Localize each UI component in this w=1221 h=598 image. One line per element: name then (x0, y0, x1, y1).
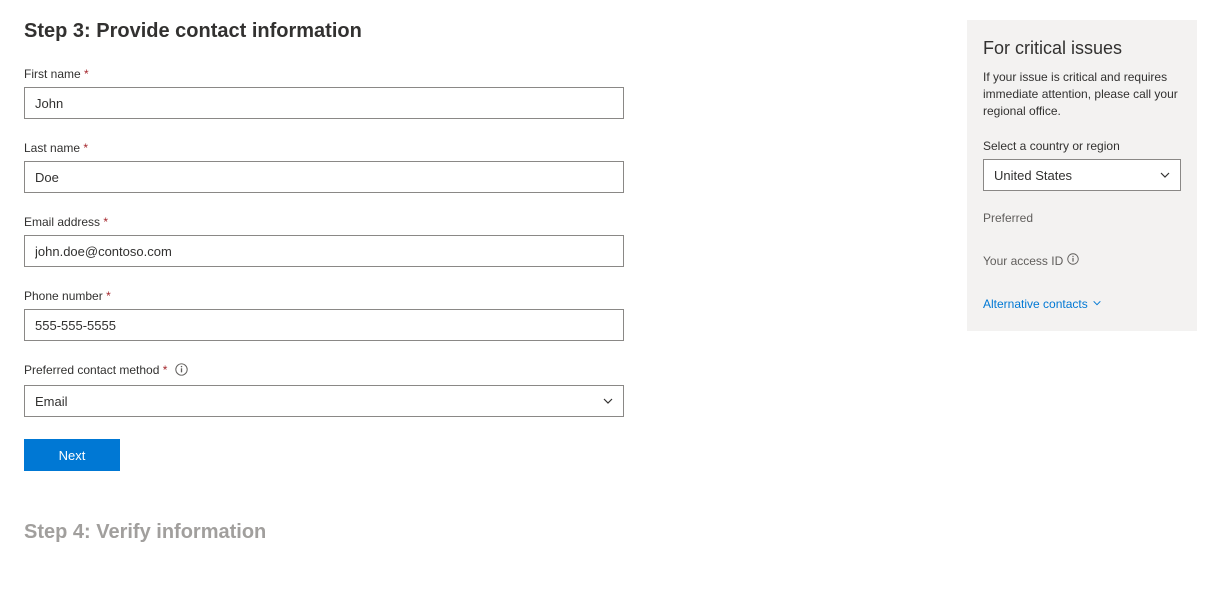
phone-label-text: Phone number (24, 289, 103, 303)
alternative-contacts-text: Alternative contacts (983, 297, 1088, 311)
phone-label: Phone number * (24, 289, 624, 303)
email-field-group: Email address * (24, 215, 624, 267)
step-4-title: Step 4: Verify information (24, 521, 624, 544)
access-id-label: Your access ID (983, 253, 1181, 268)
critical-issues-sidebar: For critical issues If your issue is cri… (967, 20, 1197, 544)
required-indicator: * (163, 363, 168, 377)
last-name-label: Last name * (24, 141, 624, 155)
contact-method-label: Preferred contact method * (24, 363, 624, 379)
required-indicator: * (84, 67, 89, 81)
contact-method-select[interactable]: Email (24, 385, 624, 417)
critical-issues-card: For critical issues If your issue is cri… (967, 20, 1197, 331)
contact-method-label-text: Preferred contact method (24, 363, 159, 377)
email-label: Email address * (24, 215, 624, 229)
step-3-title: Step 3: Provide contact information (24, 20, 624, 43)
first-name-label-text: First name (24, 67, 81, 81)
first-name-label: First name * (24, 67, 624, 81)
email-label-text: Email address (24, 215, 100, 229)
sidebar-title: For critical issues (983, 38, 1181, 59)
last-name-input[interactable] (24, 161, 624, 193)
first-name-input[interactable] (24, 87, 624, 119)
country-select[interactable]: United States (983, 159, 1181, 191)
phone-field-group: Phone number * (24, 289, 624, 341)
required-indicator: * (106, 289, 111, 303)
sidebar-description: If your issue is critical and requires i… (983, 69, 1181, 119)
first-name-field-group: First name * (24, 67, 624, 119)
last-name-field-group: Last name * (24, 141, 624, 193)
next-button[interactable]: Next (24, 439, 120, 471)
last-name-label-text: Last name (24, 141, 80, 155)
required-indicator: * (83, 141, 88, 155)
alternative-contacts-link[interactable]: Alternative contacts (983, 297, 1102, 311)
access-id-label-text: Your access ID (983, 254, 1063, 268)
email-input[interactable] (24, 235, 624, 267)
preferred-label: Preferred (983, 211, 1181, 225)
contact-method-field-group: Preferred contact method * Email (24, 363, 624, 417)
phone-input[interactable] (24, 309, 624, 341)
info-icon[interactable] (175, 363, 188, 379)
required-indicator: * (103, 215, 108, 229)
info-icon[interactable] (1067, 253, 1079, 268)
country-label: Select a country or region (983, 139, 1181, 153)
contact-form-section: Step 3: Provide contact information Firs… (24, 20, 624, 544)
chevron-down-icon (1092, 297, 1102, 311)
